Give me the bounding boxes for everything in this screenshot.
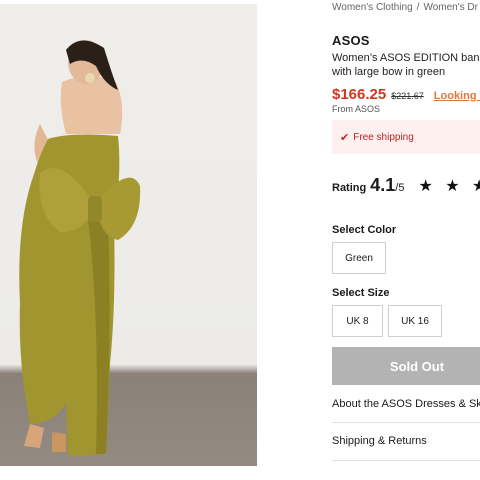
promo-link[interactable]: Looking fo bbox=[434, 90, 480, 102]
size-option-uk-16[interactable]: UK 16 bbox=[388, 305, 442, 337]
select-size-label: Select Size bbox=[332, 287, 390, 299]
rating-label: Rating bbox=[332, 182, 367, 194]
star-icons[interactable]: ★ ★ ★ bbox=[418, 176, 480, 196]
brand-name[interactable]: ASOS bbox=[332, 33, 370, 48]
accordion-shipping-returns[interactable]: Shipping & Returns bbox=[332, 435, 427, 447]
divider bbox=[332, 460, 480, 461]
free-shipping-banner: ✔ Free shipping bbox=[332, 120, 480, 154]
product-image[interactable] bbox=[0, 4, 257, 466]
divider bbox=[332, 422, 480, 423]
breadcrumb-item-womens-dresses[interactable]: Women's Dr bbox=[423, 2, 478, 13]
rating-value: 4.1 bbox=[370, 175, 396, 195]
price-row: $166.25 $221.67 Looking fo bbox=[332, 86, 480, 104]
size-option-uk-8[interactable]: UK 8 bbox=[332, 305, 383, 337]
original-price: $221.67 bbox=[391, 91, 424, 101]
select-color-label: Select Color bbox=[332, 224, 397, 236]
seller-text: From ASOS bbox=[332, 104, 381, 114]
color-option-green[interactable]: Green bbox=[332, 242, 386, 274]
breadcrumb-separator: / bbox=[416, 2, 420, 13]
sold-out-button[interactable]: Sold Out bbox=[332, 347, 480, 385]
accordion-about[interactable]: About the ASOS Dresses & Sk bbox=[332, 398, 480, 410]
checkmark-icon: ✔ bbox=[340, 131, 350, 144]
dress-illustration bbox=[19, 40, 141, 456]
breadcrumb: Women's Clothing / Women's Dr bbox=[332, 2, 478, 13]
breadcrumb-item-womens-clothing[interactable]: Women's Clothing bbox=[332, 2, 413, 13]
sale-price: $166.25 bbox=[332, 86, 387, 103]
rating: Rating 4.1 /5 ★ ★ ★ bbox=[332, 175, 480, 196]
free-shipping-label: Free shipping bbox=[353, 131, 414, 143]
rating-scale: /5 bbox=[395, 182, 405, 194]
product-title: Women’s ASOS EDITION band with large bow… bbox=[332, 52, 480, 78]
